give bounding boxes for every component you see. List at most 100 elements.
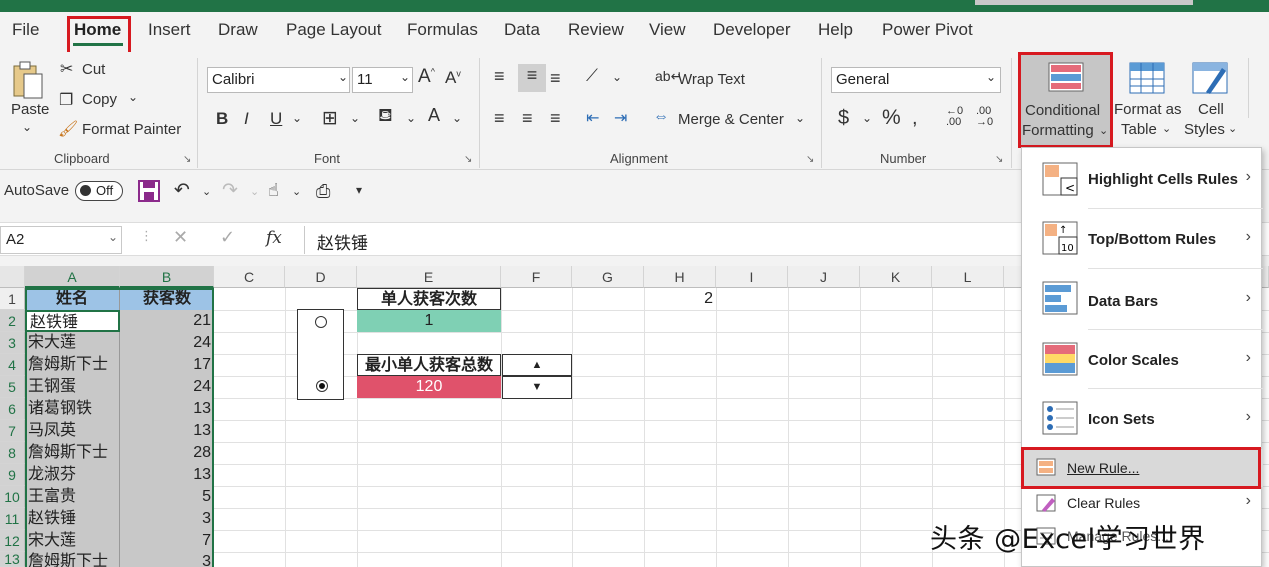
col-header-d[interactable]: D — [285, 266, 357, 288]
format-painter-icon[interactable]: 🖌 — [58, 119, 78, 139]
count-cell[interactable]: 28 — [120, 442, 214, 464]
menu-item-data-bars[interactable]: Data Bars › — [1022, 269, 1263, 329]
format-as-table-label-2[interactable]: Table — [1121, 121, 1157, 138]
count-cell[interactable]: 13 — [120, 398, 214, 420]
col-header-b[interactable]: B — [120, 266, 214, 288]
cancel-icon[interactable]: ✕ — [173, 227, 188, 248]
tab-page-layout[interactable]: Page Layout — [286, 20, 381, 40]
menu-item-icon-sets[interactable]: Icon Sets › — [1022, 389, 1263, 447]
name-cell[interactable]: 宋大莲 — [25, 530, 120, 552]
touch-dropdown-icon[interactable]: ⌄ — [292, 185, 301, 198]
tab-insert[interactable]: Insert — [148, 20, 191, 40]
col-header-j[interactable]: J — [788, 266, 860, 288]
tab-view[interactable]: View — [649, 20, 686, 40]
select-all-corner[interactable] — [0, 266, 25, 288]
count-cell[interactable]: 21 — [120, 310, 214, 332]
cell-h1[interactable]: 2 — [644, 288, 716, 310]
row-header-3[interactable]: 3 — [0, 332, 25, 354]
tab-power-pivot[interactable]: Power Pivot — [882, 20, 973, 40]
name-cell[interactable]: 马凤英 — [25, 420, 120, 442]
grow-font-icon[interactable]: A^ — [418, 66, 435, 88]
font-color-dropdown-icon[interactable]: ⌄ — [452, 111, 462, 125]
autosave-toggle[interactable]: Off — [75, 181, 123, 201]
cell-styles-chevron-icon[interactable]: ⌄ — [1228, 122, 1237, 135]
row-header-11[interactable]: 11 — [0, 508, 25, 530]
undo-dropdown-icon[interactable]: ⌄ — [202, 185, 211, 198]
font-name-dropdown[interactable]: Calibri — [207, 67, 350, 93]
tab-developer[interactable]: Developer — [713, 20, 791, 40]
count-cell[interactable]: 24 — [120, 332, 214, 354]
label-min-total[interactable]: 最小单人获客总数 — [357, 354, 501, 376]
cell-styles-label-2[interactable]: Styles — [1184, 121, 1225, 138]
tab-data[interactable]: Data — [504, 20, 540, 40]
option-radio-2[interactable] — [316, 380, 328, 392]
wrap-text-button[interactable]: Wrap Text — [678, 71, 745, 88]
merge-dropdown-icon[interactable]: ⌄ — [795, 111, 805, 125]
insert-function-button[interactable]: fx — [266, 228, 282, 248]
shrink-font-icon[interactable]: Av — [445, 68, 461, 88]
row-header-12[interactable]: 12 — [0, 530, 25, 552]
menu-item-clear-rules[interactable]: Clear Rules › — [1022, 489, 1263, 519]
menu-item-top-bottom-rules[interactable]: 10 ↑ Top/Bottom Rules › — [1022, 209, 1263, 267]
decrease-indent-icon[interactable]: ⇤ — [586, 108, 599, 128]
paste-dropdown-icon[interactable]: ⌄ — [22, 120, 32, 134]
name-cell[interactable]: 赵铁锤 — [25, 508, 120, 530]
cut-button[interactable]: Cut — [82, 61, 105, 78]
italic-button[interactable]: I — [244, 109, 249, 129]
font-color-icon[interactable]: A — [428, 105, 440, 126]
col-header-g[interactable]: G — [572, 266, 644, 288]
merge-center-button[interactable]: Merge & Center — [678, 111, 784, 128]
align-left-icon[interactable]: ≡ — [494, 108, 505, 129]
row-header-1[interactable]: 1 — [0, 288, 25, 310]
number-launcher-icon[interactable]: ↘ — [995, 154, 1003, 165]
font-launcher-icon[interactable]: ↘ — [464, 154, 472, 165]
count-cell[interactable]: 7 — [120, 530, 214, 552]
format-as-table-icon[interactable] — [1129, 62, 1165, 94]
name-box[interactable]: A2 — [0, 226, 122, 254]
format-painter-button[interactable]: Format Painter — [82, 121, 181, 138]
camera-icon[interactable]: ⎙ — [316, 181, 330, 202]
paste-button[interactable]: Paste — [11, 101, 49, 118]
row-header-7[interactable]: 7 — [0, 420, 25, 442]
col-header-l[interactable]: L — [932, 266, 1004, 288]
orientation-dropdown-icon[interactable]: ⌄ — [612, 70, 622, 84]
col-header-k[interactable]: K — [860, 266, 932, 288]
count-cell[interactable]: 17 — [120, 354, 214, 376]
copy-icon[interactable]: ❐ — [59, 90, 73, 110]
align-middle-icon[interactable]: ≡ — [518, 64, 546, 92]
align-right-icon[interactable]: ≡ — [550, 108, 561, 129]
count-cell[interactable]: 3 — [120, 552, 214, 567]
tab-file[interactable]: File — [12, 20, 39, 40]
name-cell[interactable]: 王钢蛋 — [25, 376, 120, 398]
name-cell[interactable]: 詹姆斯下士 — [25, 354, 120, 376]
menu-item-highlight-cells-rules[interactable]: < Highlight Cells Rules › — [1022, 148, 1263, 208]
name-cell[interactable]: 詹姆斯下士 — [25, 442, 120, 464]
row-header-5[interactable]: 5 — [0, 376, 25, 398]
underline-dropdown-icon[interactable]: ⌄ — [292, 111, 302, 125]
tab-help[interactable]: Help — [818, 20, 853, 40]
row-header-10[interactable]: 10 — [0, 486, 25, 508]
row-header-2[interactable]: 2 — [0, 310, 25, 332]
tab-review[interactable]: Review — [568, 20, 624, 40]
paste-icon[interactable] — [10, 60, 46, 100]
align-top-icon[interactable]: ≡ — [494, 66, 505, 87]
name-cell[interactable]: 宋大莲 — [25, 332, 120, 354]
currency-button[interactable]: $ — [838, 107, 849, 130]
customize-qat-icon[interactable]: ▾ — [356, 183, 362, 197]
spin-down-button[interactable]: ▼ — [502, 376, 572, 399]
label-single-count[interactable]: 单人获客次数 — [357, 288, 501, 310]
touch-mode-icon[interactable]: ☝ — [268, 180, 279, 201]
row-header-4[interactable]: 4 — [0, 354, 25, 376]
count-cell[interactable]: 24 — [120, 376, 214, 398]
name-cell[interactable]: 王富贵 — [25, 486, 120, 508]
currency-dropdown-icon[interactable]: ⌄ — [862, 111, 872, 125]
redo-dropdown-icon[interactable]: ⌄ — [250, 185, 259, 198]
header-count-cell[interactable]: 获客数 — [120, 288, 214, 310]
count-cell[interactable]: 3 — [120, 508, 214, 530]
name-box-chevron-icon[interactable]: ⌄ — [108, 230, 118, 244]
col-header-a[interactable]: A — [25, 266, 120, 288]
col-header-e[interactable]: E — [357, 266, 501, 288]
cell-styles-label-1[interactable]: Cell — [1198, 101, 1224, 118]
underline-button[interactable]: U — [270, 109, 282, 129]
menu-item-color-scales[interactable]: Color Scales › — [1022, 330, 1263, 388]
